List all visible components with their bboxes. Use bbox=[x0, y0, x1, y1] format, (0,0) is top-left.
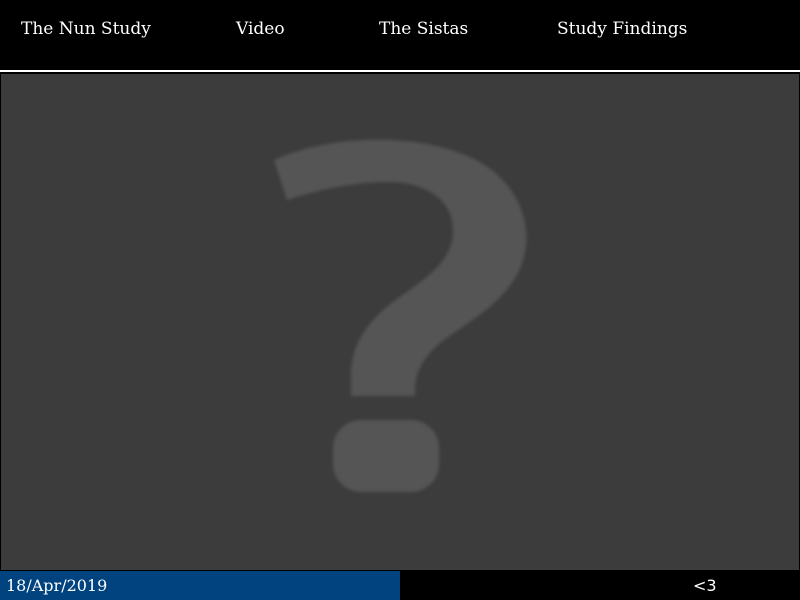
nav-item-the-nun-study[interactable]: The Nun Study bbox=[21, 18, 151, 40]
page: The Nun Study Video The Sistas Study Fin… bbox=[0, 0, 800, 600]
media-placeholder-area[interactable] bbox=[1, 74, 799, 570]
footer-bar: 18/Apr/2019 <3 bbox=[0, 571, 800, 600]
heart-link[interactable]: <3 bbox=[693, 575, 717, 596]
top-navigation-bar: The Nun Study Video The Sistas Study Fin… bbox=[0, 0, 800, 72]
nav-item-the-sistas[interactable]: The Sistas bbox=[379, 18, 468, 40]
question-mark-icon bbox=[274, 139, 527, 492]
date-bar: 18/Apr/2019 bbox=[0, 571, 400, 600]
nav-item-video[interactable]: Video bbox=[236, 18, 285, 40]
nav-item-study-findings[interactable]: Study Findings bbox=[557, 18, 687, 40]
date-label: 18/Apr/2019 bbox=[6, 576, 108, 595]
